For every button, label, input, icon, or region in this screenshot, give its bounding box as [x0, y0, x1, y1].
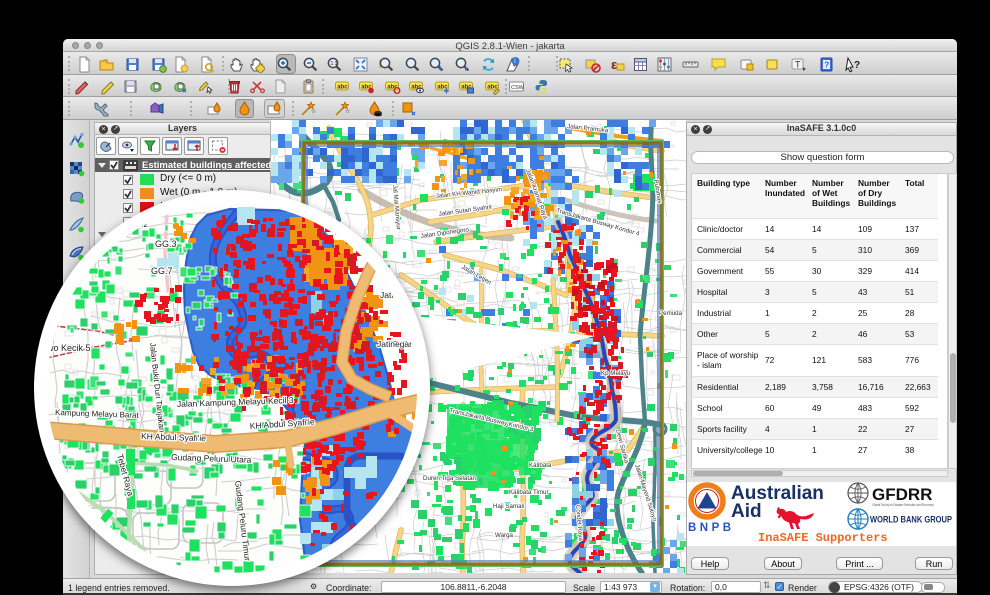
svg-text:wo Kecik 5: wo Kecik 5	[47, 343, 91, 353]
svg-text:Jatinegara: Jatinegara	[377, 339, 417, 349]
svg-text:GG.3: GG.3	[155, 239, 177, 249]
svg-text:GG.7: GG.7	[151, 266, 173, 276]
